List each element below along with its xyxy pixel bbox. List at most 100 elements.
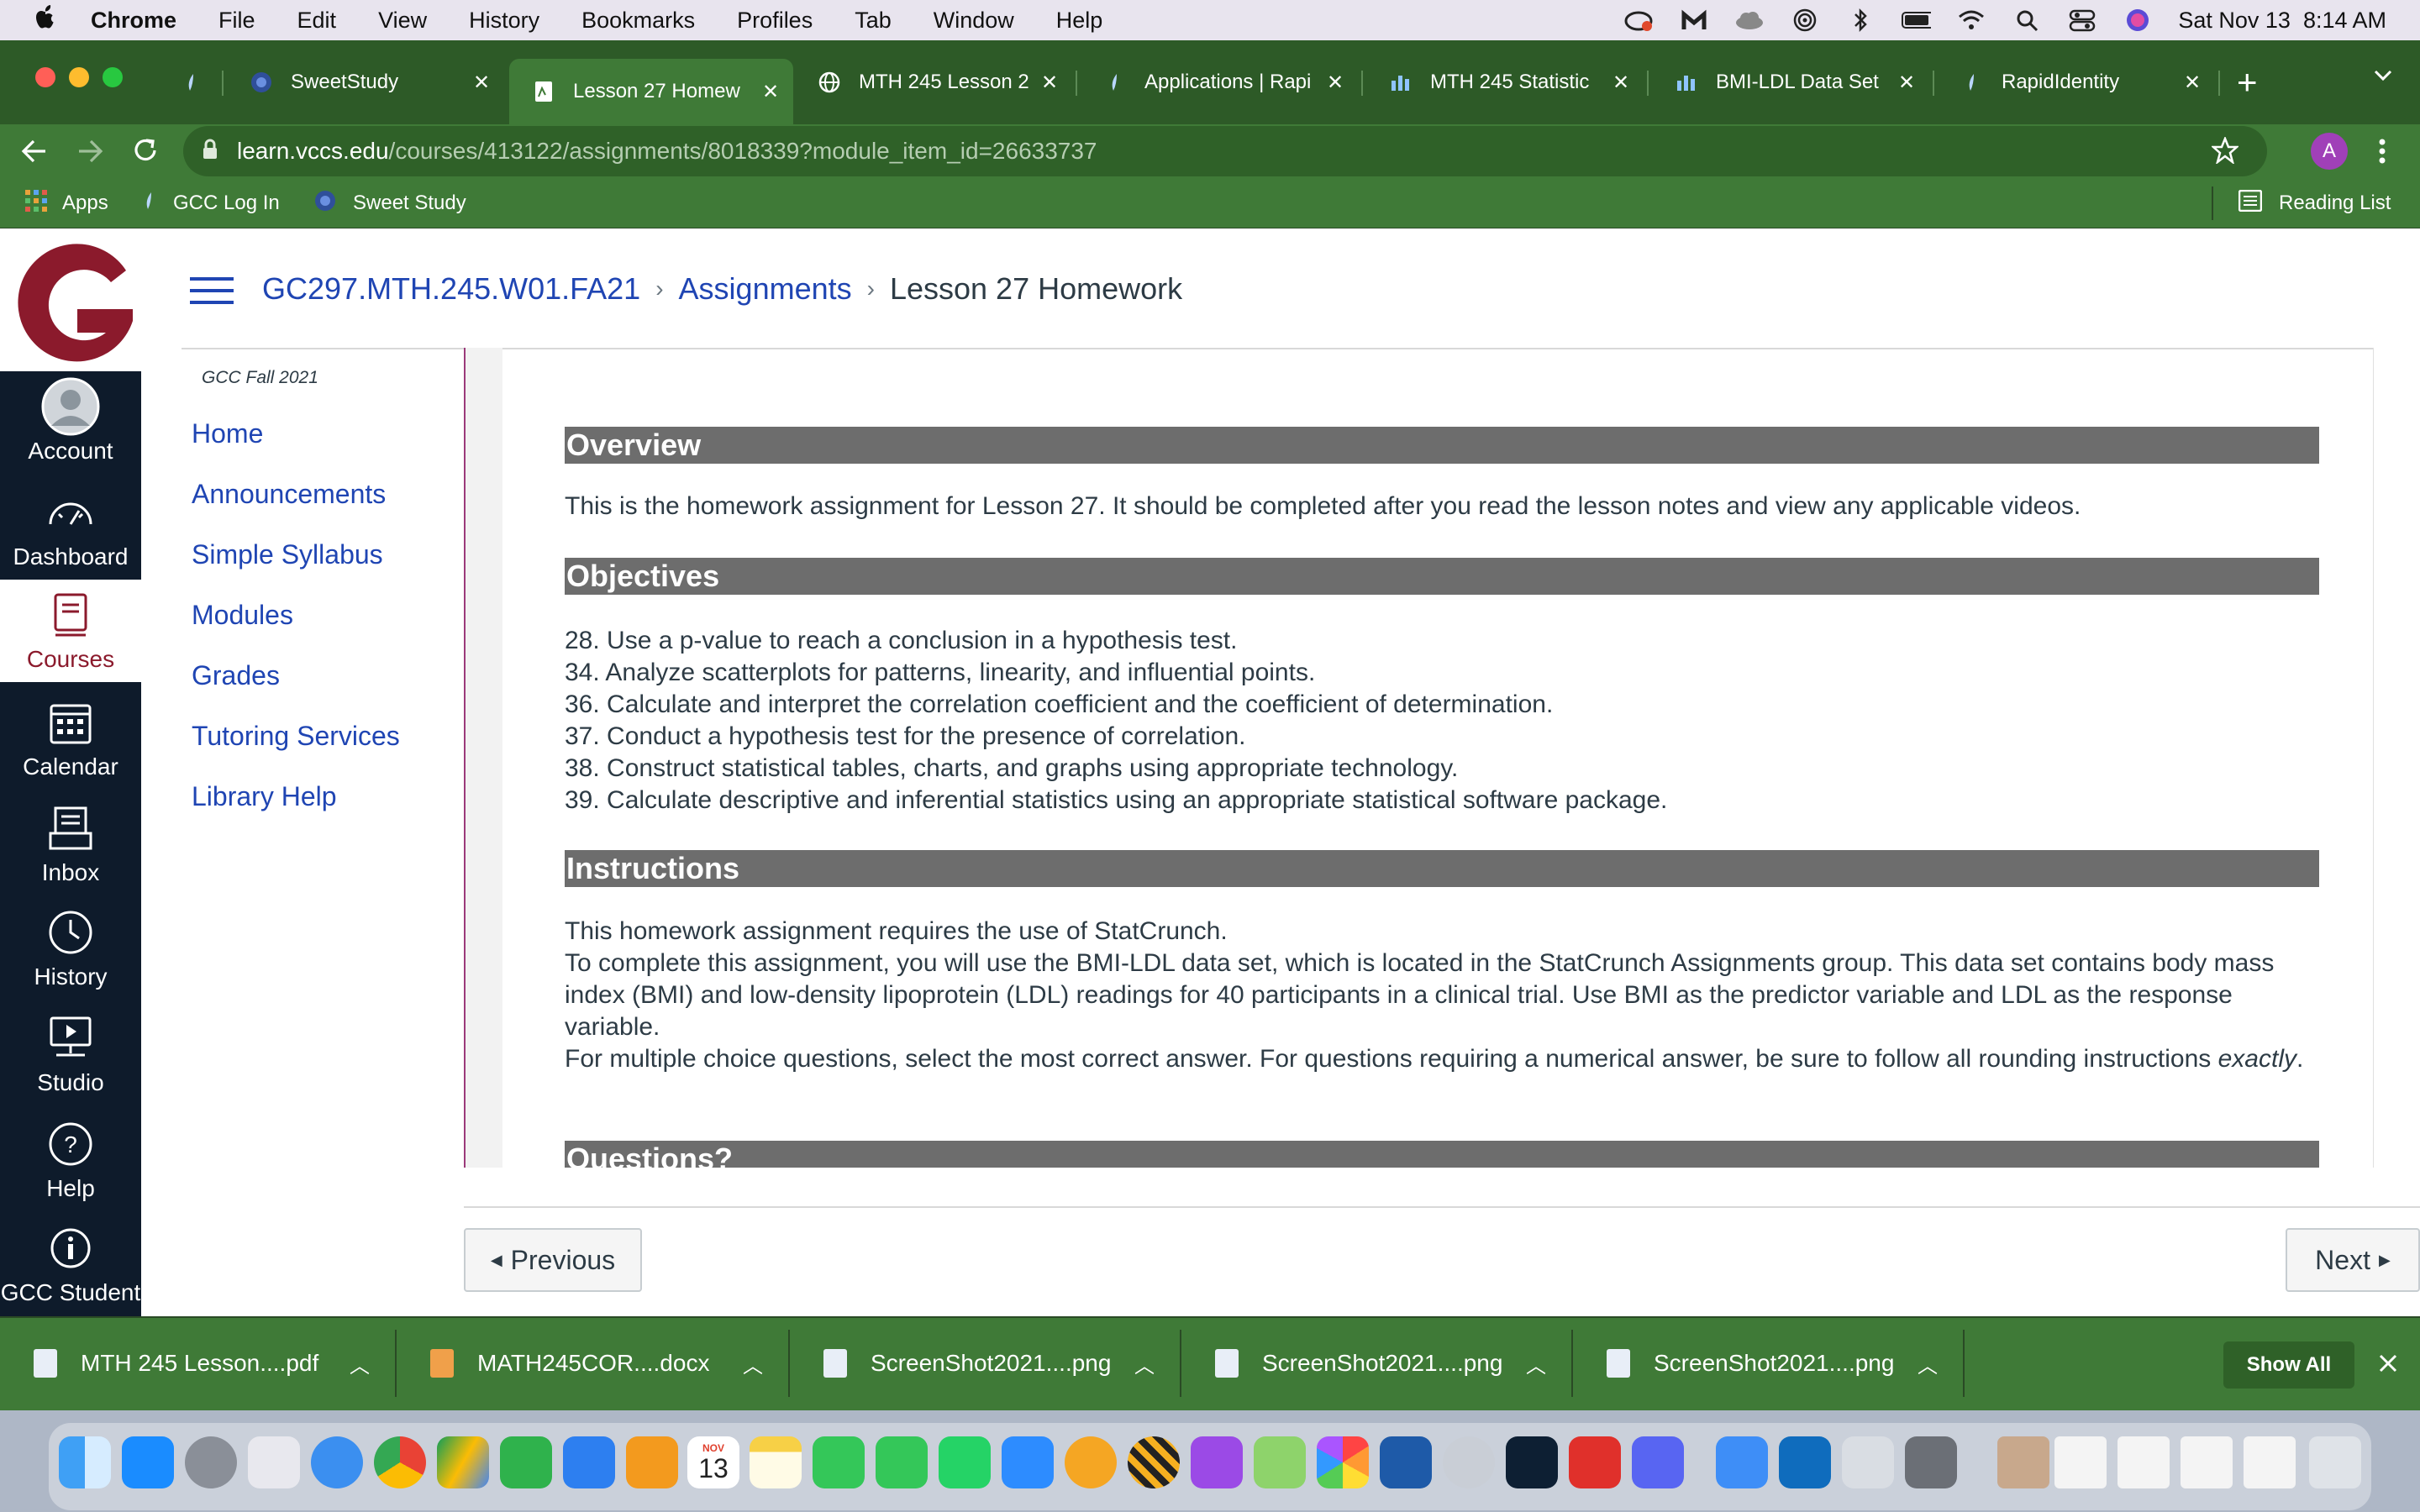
menu-history[interactable]: History <box>469 8 539 34</box>
browser-tab[interactable]: RapidIdentity ✕ <box>1938 60 2215 104</box>
menu-app-name[interactable]: Chrome <box>91 8 176 34</box>
download-item[interactable]: ScreenShot2021....png ︿ <box>1181 1338 1571 1389</box>
recent-window-thumbnail[interactable] <box>2118 1436 2170 1488</box>
airdrop-icon[interactable] <box>1790 8 1820 33</box>
mail-icon[interactable] <box>1716 1436 1768 1488</box>
asterisk-app-icon[interactable] <box>1065 1436 1117 1488</box>
global-nav-inbox[interactable]: Inbox <box>0 793 141 895</box>
quicktime-icon[interactable] <box>1443 1436 1495 1488</box>
course-nav-tutoring-services[interactable]: Tutoring Services <box>183 706 460 766</box>
outlook-icon[interactable] <box>1779 1436 1831 1488</box>
close-tab-icon[interactable]: ✕ <box>1610 71 1632 95</box>
tab-search-chevron-down-icon[interactable] <box>2373 69 2393 87</box>
recent-photo-thumbnail[interactable] <box>1997 1436 2049 1488</box>
reading-list-button[interactable]: Reading List <box>2238 188 2391 218</box>
whatsapp-icon[interactable] <box>939 1436 991 1488</box>
bookmark-apps[interactable]: Apps <box>25 188 108 218</box>
download-item[interactable]: ScreenShot2021....png ︿ <box>1573 1338 1963 1389</box>
close-window-button[interactable] <box>35 67 55 87</box>
pages-icon[interactable] <box>626 1436 678 1488</box>
recent-window-thumbnail[interactable] <box>2181 1436 2233 1488</box>
gcc-logo[interactable] <box>0 228 141 371</box>
breadcrumb-assignments[interactable]: Assignments <box>679 271 852 307</box>
menu-profiles[interactable]: Profiles <box>737 8 813 34</box>
menu-tab[interactable]: Tab <box>855 8 892 34</box>
breadcrumb-course[interactable]: GC297.MTH.245.W01.FA21 <box>262 271 640 307</box>
screenshot-app-icon[interactable] <box>1842 1436 1894 1488</box>
system-preferences-icon[interactable] <box>185 1436 237 1488</box>
menu-bookmarks[interactable]: Bookmarks <box>581 8 695 34</box>
battery-icon[interactable] <box>1901 8 1932 33</box>
chrome-menu-icon[interactable] <box>2378 138 2386 169</box>
chevron-up-icon[interactable]: ︿ <box>1134 1349 1155 1378</box>
global-nav-history[interactable]: History <box>0 897 141 1000</box>
download-item[interactable]: ScreenShot2021....png ︿ <box>790 1338 1180 1389</box>
chevron-up-icon[interactable]: ︿ <box>350 1349 370 1378</box>
course-nav-grades[interactable]: Grades <box>183 645 460 706</box>
safari-icon[interactable] <box>311 1436 363 1488</box>
reload-icon[interactable] <box>131 136 160 169</box>
course-nav-announcements[interactable]: Announcements <box>183 464 460 524</box>
app-store-icon[interactable] <box>122 1436 174 1488</box>
close-downloads-icon[interactable] <box>2378 1353 2398 1378</box>
page-scrollbar-track[interactable] <box>2373 348 2420 1168</box>
close-tab-icon[interactable]: ✕ <box>2181 71 2203 95</box>
close-tab-icon[interactable]: ✕ <box>1039 71 1060 95</box>
malwarebytes-icon[interactable] <box>1679 8 1709 33</box>
menu-help[interactable]: Help <box>1056 8 1103 34</box>
global-nav-calendar[interactable]: Calendar <box>0 687 141 790</box>
siri-icon[interactable] <box>2123 8 2153 33</box>
global-nav-account[interactable]: Account <box>0 371 141 474</box>
hamburger-menu-icon[interactable] <box>190 276 234 310</box>
menu-clock[interactable]: Sat Nov 13 8:14 AM <box>2178 8 2386 34</box>
lock-icon[interactable] <box>202 139 218 165</box>
chevron-up-icon[interactable]: ︿ <box>1526 1349 1546 1378</box>
lightroom-icon[interactable] <box>1506 1436 1558 1488</box>
global-nav-help[interactable]: ? Help <box>0 1109 141 1211</box>
facetime-icon[interactable] <box>813 1436 865 1488</box>
menu-edit[interactable]: Edit <box>297 8 337 34</box>
creative-cloud-icon[interactable] <box>1569 1436 1621 1488</box>
browser-tab[interactable]: MTH 245 Statistic ✕ <box>1366 60 1644 104</box>
bookmark-gcc-login[interactable]: GCC Log In <box>143 188 280 218</box>
minimize-window-button[interactable] <box>69 67 89 87</box>
browser-tab[interactable]: SweetStudy ✕ <box>227 60 504 104</box>
browser-tab[interactable]: MTH 245 Lesson 2 ✕ <box>795 60 1072 104</box>
striped-sphere-app-icon[interactable] <box>1128 1436 1180 1488</box>
browser-tab-active[interactable]: Lesson 27 Homew ✕ <box>509 59 793 124</box>
messages-icon[interactable] <box>876 1436 928 1488</box>
menu-file[interactable]: File <box>218 8 255 34</box>
numbers-icon[interactable] <box>500 1436 552 1488</box>
forward-arrow-icon[interactable] <box>76 138 104 169</box>
keynote-icon[interactable] <box>563 1436 615 1488</box>
back-arrow-icon[interactable] <box>20 138 49 169</box>
global-nav-studio[interactable]: Studio <box>0 1003 141 1105</box>
course-nav-home[interactable]: Home <box>183 403 460 464</box>
menu-view[interactable]: View <box>378 8 427 34</box>
global-nav-gcc-student[interactable]: GCC Student <box>0 1213 141 1315</box>
global-nav-courses[interactable]: Courses <box>0 580 141 682</box>
course-nav-library-help[interactable]: Library Help <box>183 766 460 827</box>
keychain-icon[interactable] <box>1905 1436 1957 1488</box>
creative-cloud-status-icon[interactable] <box>1623 8 1654 33</box>
close-tab-icon[interactable]: ✕ <box>471 71 492 95</box>
icloud-icon[interactable] <box>1734 8 1765 33</box>
download-item[interactable]: MATH245COR....docx ︿ <box>397 1338 788 1389</box>
chevron-up-icon[interactable]: ︿ <box>1918 1349 1938 1378</box>
bookmark-sweet-study[interactable]: Sweet Study <box>314 188 466 218</box>
launchpad-icon[interactable] <box>248 1436 300 1488</box>
address-bar[interactable]: learn.vccs.edu/courses/413122/assignment… <box>183 126 2267 176</box>
notes-icon[interactable] <box>750 1436 802 1488</box>
zoom-window-button[interactable] <box>103 67 123 87</box>
photos-icon[interactable] <box>1317 1436 1369 1488</box>
close-tab-icon[interactable]: ✕ <box>1896 71 1918 95</box>
download-item[interactable]: MTH 245 Lesson....pdf ︿ <box>0 1338 395 1389</box>
bookmark-star-icon[interactable] <box>2210 135 2240 168</box>
calendar-app-icon[interactable]: NOV 13 <box>687 1436 739 1488</box>
show-all-downloads-button[interactable]: Show All <box>2223 1341 2354 1389</box>
trash-icon[interactable] <box>2309 1436 2361 1488</box>
recent-window-thumbnail[interactable] <box>2054 1436 2107 1488</box>
finder-icon[interactable] <box>59 1436 111 1488</box>
browser-tab[interactable]: Applications | Rapi ✕ <box>1081 60 1358 104</box>
browser-tab[interactable]: BMI-LDL Data Set ✕ <box>1652 60 1929 104</box>
